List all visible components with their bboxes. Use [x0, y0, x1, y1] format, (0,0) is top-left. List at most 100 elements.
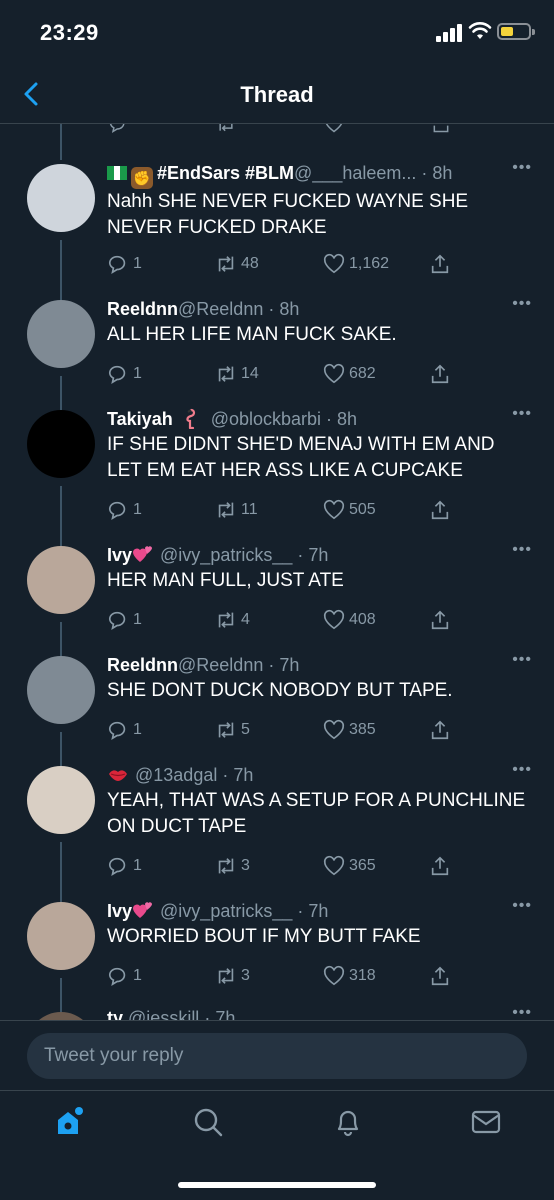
home-icon[interactable]	[52, 1105, 86, 1139]
share-button[interactable]	[429, 250, 455, 278]
retweet-button[interactable]: 14	[215, 360, 259, 388]
tweet-actions: 1 14 682	[107, 360, 467, 388]
share-button[interactable]	[429, 716, 455, 744]
reply-button[interactable]: 1	[107, 496, 142, 524]
retweet-button[interactable]: 3	[215, 962, 250, 990]
partial-tweet-handle: @jesskill	[128, 1008, 200, 1020]
tweet-time: 8h	[337, 409, 358, 429]
reply-button[interactable]: 1	[107, 716, 142, 744]
tweet-header: ✊ #EndSars #BLM@___haleem... · 8h	[107, 160, 534, 189]
retweet-button[interactable]: 3	[215, 852, 250, 880]
tweet-actions: 1 11 505	[107, 496, 467, 524]
reply-bar	[0, 1020, 554, 1090]
tweet[interactable]: Takiyah @oblockbarbi · 8h IF SHE DIDNT SHE…	[0, 405, 554, 552]
retweet-button[interactable]: 5	[215, 716, 250, 744]
like-icon[interactable]	[323, 124, 345, 134]
avatar[interactable]	[27, 164, 95, 232]
reply-icon	[107, 609, 133, 631]
share-button[interactable]	[429, 606, 455, 634]
wifi-icon	[468, 22, 492, 39]
reply-icon[interactable]	[107, 124, 129, 134]
display-name[interactable]: Reeldnn	[107, 655, 178, 675]
like-button[interactable]: 505	[323, 496, 376, 524]
like-button[interactable]: 365	[323, 852, 376, 880]
tweet-time: 7h	[308, 545, 329, 565]
reply-button[interactable]: 1	[107, 360, 142, 388]
flamingo-icon	[186, 408, 195, 429]
avatar[interactable]	[27, 766, 95, 834]
status-bar: 23:29	[0, 0, 554, 66]
like-button[interactable]: 318	[323, 962, 376, 990]
nav-header: Thread	[0, 66, 554, 124]
avatar[interactable]	[27, 902, 95, 970]
avatar[interactable]	[27, 546, 95, 614]
tweet[interactable]: Reeldnn@Reeldnn · 7h SHE DONT DUCK NOBODY…	[0, 651, 554, 772]
share-button[interactable]	[429, 962, 455, 990]
retweet-button[interactable]: 48	[215, 250, 259, 278]
user-handle[interactable]: @13adgal	[135, 765, 217, 785]
display-name[interactable]: Ivy	[107, 901, 132, 921]
share-icon	[429, 363, 455, 385]
tweet-time: 7h	[308, 901, 329, 921]
reply-button[interactable]: 1	[107, 962, 142, 990]
like-button[interactable]: 1,162	[323, 250, 389, 278]
like-button[interactable]: 682	[323, 360, 376, 388]
reply-count: 1	[133, 721, 142, 738]
like-icon	[323, 719, 349, 741]
thread-feed[interactable]: 8 219 ✊#EndSars #BLM@___haleem... · 8hNa…	[0, 124, 554, 1020]
avatar[interactable]	[27, 300, 95, 368]
previous-retweet-count: 8	[240, 124, 249, 128]
reply-input[interactable]	[27, 1033, 527, 1079]
tweet[interactable]: Ivy @ivy_patricks__ · 7h WORRIED BOUT IF M…	[0, 897, 554, 1018]
tweet[interactable]: Ivy @ivy_patricks__ · 7h HER MAN FULL, JUS…	[0, 541, 554, 662]
reply-button[interactable]: 1	[107, 606, 142, 634]
share-icon	[429, 855, 455, 877]
search-icon[interactable]	[191, 1105, 225, 1139]
avatar[interactable]	[27, 1012, 95, 1020]
more-options-icon[interactable]: •••	[512, 159, 532, 177]
avatar[interactable]	[27, 656, 95, 724]
reply-button[interactable]: 1	[107, 852, 142, 880]
messages-icon[interactable]	[469, 1105, 503, 1139]
share-button[interactable]	[429, 496, 455, 524]
tweet-text: Nahh SHE NEVER FUCKED WAYNE SHE NEVER FU…	[107, 191, 469, 238]
like-button[interactable]: 385	[323, 716, 376, 744]
more-options-icon[interactable]: •••	[512, 651, 532, 669]
user-handle[interactable]: @ivy_patricks__	[160, 901, 292, 921]
like-button[interactable]: 408	[323, 606, 376, 634]
share-button[interactable]	[429, 852, 455, 880]
share-button[interactable]	[429, 360, 455, 388]
avatar[interactable]	[27, 410, 95, 478]
reply-button[interactable]: 1	[107, 250, 142, 278]
user-handle[interactable]: @Reeldnn	[178, 299, 263, 319]
retweet-icon	[215, 499, 241, 521]
display-name[interactable]: #EndSars #BLM	[157, 163, 294, 183]
retweet-button[interactable]: 11	[215, 496, 258, 524]
more-options-icon[interactable]: •••	[512, 897, 532, 915]
more-options-icon[interactable]: •••	[512, 405, 532, 423]
tweet[interactable]: ✊ #EndSars #BLM@___haleem... · 8h Nahh SHE…	[0, 159, 554, 306]
more-options-icon[interactable]: •••	[512, 541, 532, 559]
user-handle[interactable]: @Reeldnn	[178, 655, 263, 675]
retweet-icon[interactable]	[215, 124, 237, 134]
display-name[interactable]: Takiyah	[107, 409, 173, 429]
tweet-actions: 1 3 365	[107, 852, 467, 880]
more-options-icon[interactable]: •••	[512, 295, 532, 313]
tweet[interactable]: Reeldnn@Reeldnn · 8h ALL HER LIFE MAN FUC…	[0, 295, 554, 416]
tweet-text: HER MAN FULL, JUST ATE	[107, 570, 344, 591]
partial-tweet[interactable]: ty @jesskill · 7h •••	[0, 1004, 554, 1020]
user-handle[interactable]: @ivy_patricks__	[160, 545, 292, 565]
more-options-icon[interactable]: •••	[512, 1004, 532, 1020]
retweet-button[interactable]: 4	[215, 606, 250, 634]
share-icon[interactable]	[430, 124, 452, 134]
more-options-icon[interactable]: •••	[512, 761, 532, 779]
tweet-text: IF SHE DIDNT SHE'D MENAJ WITH EM AND LET…	[107, 434, 495, 481]
tweet[interactable]: @13adgal · 7h YEAH, THAT WAS A SETUP FOR …	[0, 761, 554, 908]
display-name[interactable]: Ivy	[107, 545, 132, 565]
user-handle[interactable]: @oblockbarbi	[211, 409, 321, 429]
user-handle[interactable]: @___haleem...	[294, 163, 416, 183]
partial-tweet-name: ty	[107, 1008, 124, 1020]
tweet-header: Ivy @ivy_patricks__ · 7h	[107, 901, 329, 921]
notifications-icon[interactable]	[331, 1105, 365, 1139]
display-name[interactable]: Reeldnn	[107, 299, 178, 319]
